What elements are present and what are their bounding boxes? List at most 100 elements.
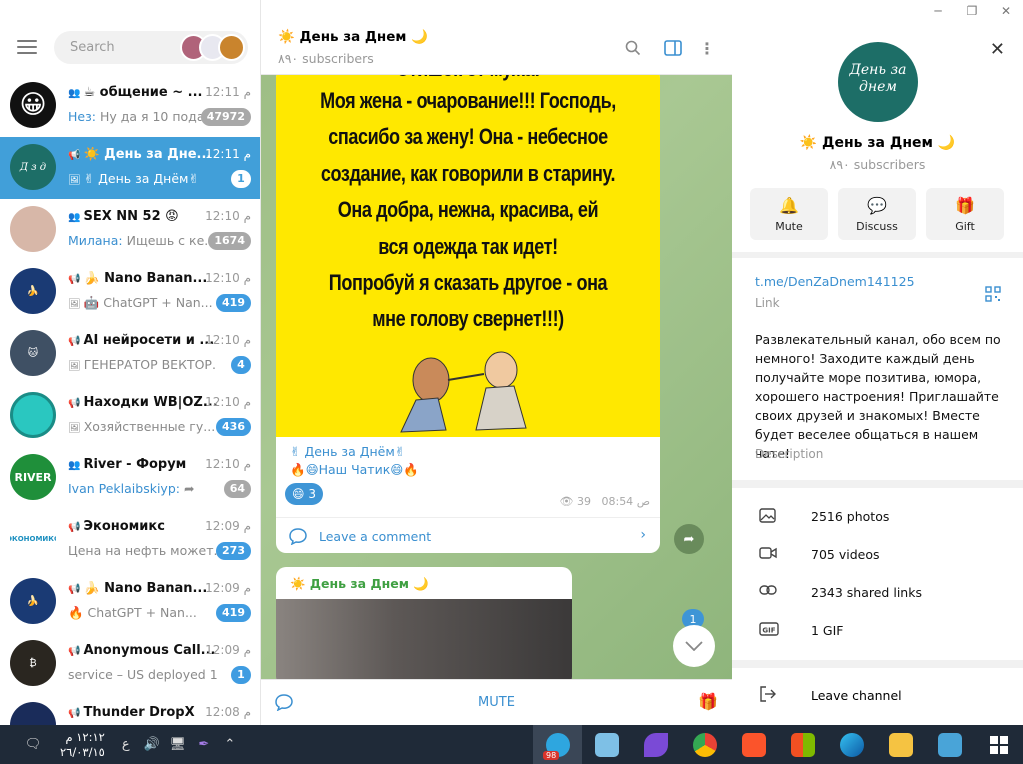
search-input[interactable]: Search [54,31,248,64]
avatar: 🐱 [10,330,56,376]
chat-item[interactable]: 🍌 📢 🍌 Nano Banan... م 12:09 🔥 ChatGPT + N… [0,571,260,633]
edge-taskbar-icon[interactable] [827,725,876,764]
game-taskbar-icon[interactable] [925,725,974,764]
bell-icon: 🔔 [779,196,799,215]
meme-image[interactable]: Стишок от мужа: Моя жена - очарование!!!… [276,68,660,437]
minimize-button[interactable]: ─ [921,0,955,22]
avatar: RIVER [10,454,56,500]
media-links-row[interactable]: 2343 shared links [732,574,1023,612]
windows-start-icon[interactable] [974,725,1023,764]
channel-icon: 📢 [68,336,81,347]
volume-icon[interactable]: 🔊 [139,737,165,752]
composer-bar: MUTE 🎁 [261,679,732,725]
chat-list-sidebar: Search 😀 👥 ☕ общение ~ ... م 12:11 Нез: Н… [0,0,261,725]
unread-badge: 419 [216,294,251,312]
store-taskbar-icon[interactable] [778,725,827,764]
close-icon[interactable]: ✕ [990,39,1005,60]
image-thumb-icon: 🖼 [68,299,81,310]
chat-item[interactable]: 📢 Находки WB|OZ... م 12:10 🖼 Хозяйственные… [0,385,260,447]
stories-avatars[interactable] [180,34,245,61]
media-photos-row[interactable]: 2516 photos [732,498,1023,536]
chat-preview: service – US deployed 10... [68,667,217,682]
meme-line: мне голову свернет!!!) [372,306,564,331]
telegram-taskbar-icon[interactable]: 98 [533,725,582,764]
media-gif-row[interactable]: GIF 1 GIF [732,612,1023,650]
meme-line: Моя жена - очарование!!! Господь, [320,88,616,113]
story-avatar[interactable] [218,34,245,61]
feather-icon[interactable]: ✒ [191,737,217,752]
menu-icon[interactable] [17,40,37,54]
notification-icon[interactable]: 🗨 [20,737,46,752]
chat-item[interactable]: ЭКОНОМИКС 📢Экономикс م 12:09 Цена на неф… [0,509,260,571]
description-label: Description [755,447,824,461]
chat-item[interactable]: 😀 👥 ☕ общение ~ ... م 12:11 Нез: Ну да я … [0,75,260,137]
channel-icon: 📢 [68,398,81,409]
media-videos-row[interactable]: 705 videos [732,536,1023,574]
gift-button[interactable]: 🎁 Gift [926,188,1004,240]
cartoon-illustration [400,351,527,433]
channel-title[interactable]: ☀️ День за Днем 🌙 [278,29,428,45]
chat-item[interactable]: ₿ 📢 Anonymous Call... م 12:09 service – U… [0,633,260,695]
more-options-icon[interactable]: ⋮ [697,38,717,58]
meme-line: создание, как говорили в старину. [320,161,616,186]
leave-channel-button[interactable]: Leave channel [732,668,1023,725]
comment-label: Leave a comment [319,529,432,544]
mute-button[interactable]: MUTE [261,695,732,710]
chat-header[interactable]: ☀️ День за Днем 🌙 ٨٩٠ subscribers ⋮ [261,0,732,75]
file-explorer-taskbar-icon[interactable] [876,725,925,764]
sidebar-toggle-icon[interactable] [663,38,683,58]
gift-icon[interactable]: 🎁 [698,692,718,711]
search-icon[interactable] [623,38,643,58]
channel-avatar[interactable]: День за днем [838,42,918,122]
meme-line: Она добра, нежна, красива, ей [337,197,599,222]
channel-link[interactable]: t.me/DenZaDnem141125 [755,274,915,289]
feather-taskbar-icon[interactable] [631,725,680,764]
mute-action-button[interactable]: 🔔 Mute [750,188,828,240]
group-icon: 👥 [68,212,81,223]
chat-preview: Цена на нефть может... [68,543,217,558]
group-icon: 👥 [68,88,81,99]
brave-taskbar-icon[interactable] [729,725,778,764]
message-list[interactable]: Стишок от мужа: Моя жена - очарование!!!… [261,68,732,687]
share-icon[interactable]: ➦ [674,524,704,554]
close-window-button[interactable]: ✕ [989,0,1023,22]
chat-item[interactable]: 📢 Thunder DropX م 12:08 [0,695,260,725]
avatar: ЭКОНОМИКС [10,516,56,562]
image-thumb-icon: 🖼 [68,423,81,434]
qr-code-icon[interactable] [985,286,1001,302]
chat-item[interactable]: RIVER 👥 River - Форум م 12:10 Ivan Peklai… [0,447,260,509]
photo-icon [759,508,777,526]
scroll-down-button[interactable] [673,625,715,667]
post-author: ☀️ День за Днем 🌙 [290,576,429,591]
system-clock[interactable]: ١٢:١٢ م ٢٦/٠٣/١٥ [60,730,105,760]
chevron-up-icon[interactable]: ⌃ [217,737,243,752]
unread-badge: 1 [231,666,251,684]
message-bubble[interactable]: ☀️ День за Днем 🌙 [276,567,572,687]
message-bubble[interactable]: Стишок от мужа: Моя жена - очарование!!!… [276,68,660,553]
leave-comment-button[interactable]: Leave a comment › [276,517,660,553]
channel-icon: 📢 [68,584,81,595]
chat-item[interactable]: 🐱 📢 AI нейросети и ... م 12:10 🖼 ГЕНЕРАТОР… [0,323,260,385]
channel-icon: 📢 [68,274,81,285]
post-image[interactable] [276,599,572,687]
network-icon[interactable]: 🖥 [165,737,191,752]
views-count: 39 [576,495,591,508]
chat-sender: Ivan Peklaibskiyp: [68,481,180,496]
chat-title: Anonymous Call... [83,643,216,658]
avatar: 🍌 [10,578,56,624]
chrome-taskbar-icon[interactable] [680,725,729,764]
mute-action-label: Mute [775,220,803,233]
post-caption: ✌ День за Днём✌ [290,444,406,459]
discuss-button[interactable]: 💬 Discuss [838,188,916,240]
language-indicator[interactable]: ع [113,737,139,752]
chat-item[interactable]: 🍌 📢 🍌 Nano Banan... م 12:10 🖼 🤖 ChatGPT + … [0,261,260,323]
chat-item[interactable]: 👥 SEX NN 52 😡 م 12:10 Милана: Ищешь с ке.… [0,199,260,261]
avatar: 🍌 [10,268,56,314]
reaction-button[interactable]: 😄 3 [285,483,323,505]
notepad-taskbar-icon[interactable] [582,725,631,764]
chat-item-active[interactable]: Д з д 📢 ☀️ День за Дне... م 12:11 🖼 ✌ День… [0,137,260,199]
channel-icon: 📢 [68,646,81,657]
clock-time: ١٢:١٢ م [65,729,105,744]
unread-badge: 4 [231,356,251,374]
restore-button[interactable]: ❐ [955,0,989,22]
